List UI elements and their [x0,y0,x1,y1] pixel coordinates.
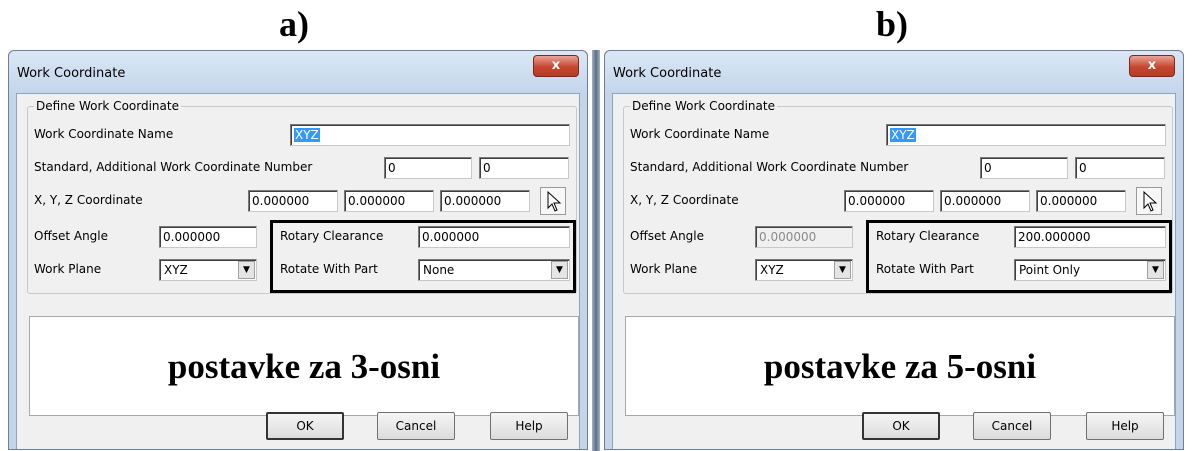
offset-angle-input: 0.000000 [755,226,853,248]
close-icon: x [551,58,561,73]
rotate-with-part-value: None [423,263,455,277]
window-title: Work Coordinate [17,66,126,81]
offset-angle-input[interactable]: 0.000000 [159,226,257,248]
name-label: Work Coordinate Name [34,127,174,141]
title-bar[interactable]: Work Coordinate x [9,51,587,93]
selected-text: XYZ [294,128,320,142]
standard-number-input[interactable]: 0 [384,157,472,179]
work-plane-label: Work Plane [630,262,698,276]
help-button[interactable]: Help [1086,412,1164,440]
additional-number-input[interactable]: 0 [1075,157,1165,179]
window-title: Work Coordinate [613,66,722,81]
panel-divider [592,50,600,451]
pointer-arrow-icon [547,190,562,212]
panel-b-label: b) [875,4,908,44]
y-coordinate-input[interactable]: 0.000000 [344,190,434,212]
define-work-coordinate-group: Define Work Coordinate Work Coordinate N… [623,99,1173,294]
name-label: Work Coordinate Name [630,127,770,141]
define-work-coordinate-group: Define Work Coordinate Work Coordinate N… [27,99,577,294]
ok-button[interactable]: OK [862,412,940,440]
standard-number-input[interactable]: 0 [980,157,1068,179]
close-icon: x [1147,58,1157,73]
work-plane-select[interactable]: XYZ ▼ [159,259,257,281]
note-box: postavke za 5-osni [625,316,1175,416]
close-button[interactable]: x [533,55,579,77]
offset-angle-label: Offset Angle [34,229,109,243]
x-coordinate-input[interactable]: 0.000000 [844,190,934,212]
title-bar[interactable]: Work Coordinate x [605,51,1183,93]
pointer-arrow-icon [1143,190,1158,212]
chevron-down-icon[interactable]: ▼ [551,261,568,279]
rotary-clearance-label: Rotary Clearance [876,229,980,243]
number-label: Standard, Additional Work Coordinate Num… [34,160,313,174]
y-coordinate-input[interactable]: 0.000000 [940,190,1030,212]
group-title: Define Work Coordinate [630,99,777,113]
pick-point-button[interactable] [540,187,566,215]
rotate-with-part-select[interactable]: Point Only ▼ [1014,259,1166,281]
z-coordinate-input[interactable]: 0.000000 [1036,190,1126,212]
chevron-down-icon[interactable]: ▼ [238,261,255,279]
rotary-clearance-label: Rotary Clearance [280,229,384,243]
group-title: Define Work Coordinate [34,99,181,113]
xyz-label: X, Y, Z Coordinate [630,193,739,207]
dialog-client: Define Work Coordinate Work Coordinate N… [612,93,1176,449]
note-box: postavke za 3-osni [29,316,579,416]
chevron-down-icon[interactable]: ▼ [834,261,851,279]
cancel-button[interactable]: Cancel [377,412,455,440]
offset-angle-label: Offset Angle [630,229,705,243]
rotate-with-part-select[interactable]: None ▼ [418,259,570,281]
rotate-with-part-label: Rotate With Part [280,262,378,276]
rotary-clearance-input[interactable]: 200.000000 [1014,226,1166,248]
xyz-label: X, Y, Z Coordinate [34,193,143,207]
work-coordinate-dialog-a: Work Coordinate x Define Work Coordinate… [8,50,588,450]
z-coordinate-input[interactable]: 0.000000 [440,190,530,212]
help-button[interactable]: Help [490,412,568,440]
note-text: postavke za 3-osni [167,347,441,386]
work-coordinate-dialog-b: Work Coordinate x Define Work Coordinate… [604,50,1184,450]
panel-a-label: a) [279,4,309,44]
rotate-with-part-value: Point Only [1019,263,1081,277]
work-plane-label: Work Plane [34,262,102,276]
additional-number-input[interactable]: 0 [479,157,569,179]
selected-text: XYZ [890,128,916,142]
rotary-clearance-input[interactable]: 0.000000 [418,226,570,248]
ok-button[interactable]: OK [266,412,344,440]
pick-point-button[interactable] [1136,187,1162,215]
work-coordinate-name-input[interactable]: XYZ [290,124,570,146]
close-button[interactable]: x [1129,55,1175,77]
work-plane-value: XYZ [760,263,784,277]
work-coordinate-name-input[interactable]: XYZ [886,124,1166,146]
work-plane-value: XYZ [164,263,188,277]
chevron-down-icon[interactable]: ▼ [1147,261,1164,279]
work-plane-select[interactable]: XYZ ▼ [755,259,853,281]
note-text: postavke za 5-osni [763,347,1037,386]
number-label: Standard, Additional Work Coordinate Num… [630,160,909,174]
x-coordinate-input[interactable]: 0.000000 [248,190,338,212]
dialog-client: Define Work Coordinate Work Coordinate N… [16,93,580,449]
rotate-with-part-label: Rotate With Part [876,262,974,276]
cancel-button[interactable]: Cancel [973,412,1051,440]
